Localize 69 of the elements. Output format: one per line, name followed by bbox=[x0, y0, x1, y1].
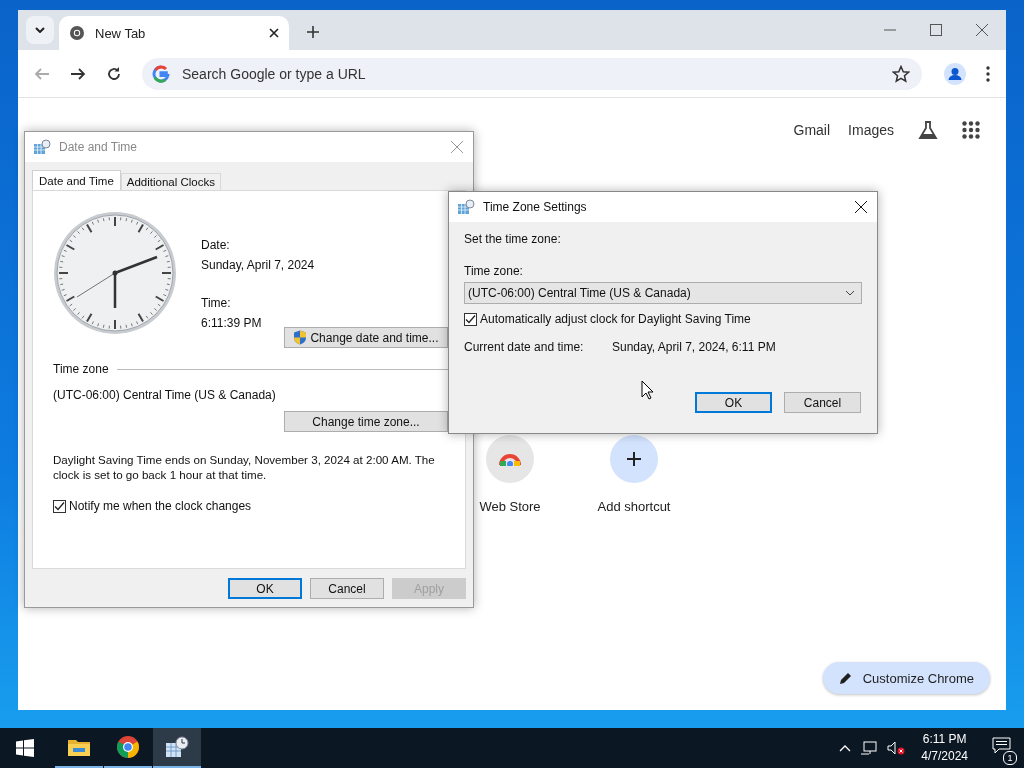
checkbox-label[interactable]: Automatically adjust clock for Daylight Saving Time bbox=[480, 312, 751, 326]
current-time-value: Sunday, April 7, 2024, 6:11 PM bbox=[612, 340, 776, 354]
change-time-zone-button[interactable]: Change time zone... bbox=[284, 411, 448, 432]
window-title: Time Zone Settings bbox=[483, 200, 587, 214]
notification-count-badge: 1 bbox=[1003, 751, 1017, 765]
dialog-button[interactable]: OK bbox=[695, 392, 772, 413]
pencil-icon bbox=[838, 671, 853, 685]
shortcut-label[interactable]: Add shortcut bbox=[597, 499, 671, 514]
forward-arrow-icon[interactable] bbox=[70, 65, 86, 82]
google-logo-icon bbox=[152, 64, 170, 83]
time-label: Time: bbox=[201, 296, 232, 310]
web-store-shortcut-icon[interactable] bbox=[486, 435, 534, 483]
chrome-logo-icon[interactable] bbox=[116, 735, 140, 759]
chevron-up-icon[interactable] bbox=[839, 744, 852, 752]
menu-icon[interactable] bbox=[986, 65, 990, 82]
header-link[interactable]: Images bbox=[848, 122, 894, 138]
tab-title: New Tab bbox=[95, 25, 147, 41]
start-icon[interactable] bbox=[16, 739, 34, 757]
profile-icon[interactable] bbox=[944, 62, 966, 85]
taskbar-date[interactable]: 4/7/2024 bbox=[921, 748, 968, 765]
date-value: Sunday, April 7, 2024 bbox=[201, 258, 315, 272]
section-heading: Time zone bbox=[53, 362, 109, 376]
close-icon[interactable] bbox=[269, 28, 279, 38]
chevron-down-icon bbox=[35, 27, 45, 33]
folder-icon[interactable] bbox=[68, 738, 90, 756]
flask-icon[interactable] bbox=[918, 120, 938, 140]
network-icon[interactable] bbox=[861, 741, 878, 755]
apps-grid-icon[interactable] bbox=[962, 121, 980, 139]
checkbox[interactable] bbox=[464, 312, 477, 326]
customize-chrome-button[interactable]: Customize Chrome bbox=[822, 662, 990, 694]
dialog-button[interactable]: Cancel bbox=[784, 392, 861, 413]
mouse-cursor-icon bbox=[641, 380, 654, 400]
window-title: Date and Time bbox=[59, 140, 138, 154]
close-icon[interactable] bbox=[855, 201, 867, 213]
calendar-clock-icon bbox=[33, 139, 51, 155]
new-tab-icon[interactable] bbox=[307, 26, 319, 38]
speaker-muted-icon[interactable] bbox=[887, 741, 906, 755]
reload-icon[interactable] bbox=[106, 65, 122, 82]
add-shortcut-icon[interactable] bbox=[610, 435, 658, 483]
shortcut-label[interactable]: Web Store bbox=[479, 499, 541, 514]
chrome-logo-icon bbox=[69, 25, 85, 41]
chevron-down-icon bbox=[845, 290, 855, 296]
time-zone-value: (UTC-06:00) Central Time (US & Canada) bbox=[53, 388, 277, 402]
dst-note: Daylight Saving Time ends on Sunday, November 3, 2024 at 2:00 AM. The clock is set to go back 1 hour at that time. bbox=[53, 452, 436, 482]
maximize-icon[interactable] bbox=[930, 24, 942, 36]
checkbox[interactable] bbox=[53, 499, 66, 513]
dialog-tab[interactable]: Additional Clocks bbox=[120, 173, 221, 190]
shield-icon bbox=[293, 330, 308, 345]
date-label: Date: bbox=[201, 238, 231, 252]
dialog-tab[interactable]: Date and Time bbox=[32, 170, 121, 190]
checkbox-label[interactable]: Notify me when the clock changes bbox=[69, 499, 252, 513]
dialog-button[interactable]: OK bbox=[228, 578, 302, 599]
tab-search-button[interactable] bbox=[26, 16, 54, 44]
time-zone-dropdown[interactable]: (UTC-06:00) Central Time (US & Canada) bbox=[464, 282, 862, 304]
address-input[interactable]: Search Google or type a URL bbox=[180, 64, 882, 83]
notification-icon[interactable] bbox=[992, 737, 1012, 755]
field-label: Time zone: bbox=[464, 264, 523, 278]
taskbar-time[interactable]: 6:11 PM bbox=[922, 731, 967, 748]
star-icon[interactable] bbox=[892, 64, 910, 83]
calendar-clock-icon bbox=[457, 199, 475, 215]
change-date-time-button[interactable]: Change date and time... bbox=[284, 327, 448, 348]
browser-tab[interactable]: New Tab bbox=[59, 16, 289, 50]
time-value: 6:11:39 PM bbox=[201, 316, 263, 330]
intro-text: Set the time zone: bbox=[464, 232, 561, 246]
dialog-button[interactable]: Cancel bbox=[310, 578, 384, 599]
calendar-clock-icon[interactable] bbox=[165, 736, 189, 758]
current-time-label: Current date and time: bbox=[464, 340, 585, 354]
header-link[interactable]: Gmail bbox=[793, 122, 831, 138]
address-bar[interactable]: Search Google or type a URL bbox=[142, 57, 922, 90]
